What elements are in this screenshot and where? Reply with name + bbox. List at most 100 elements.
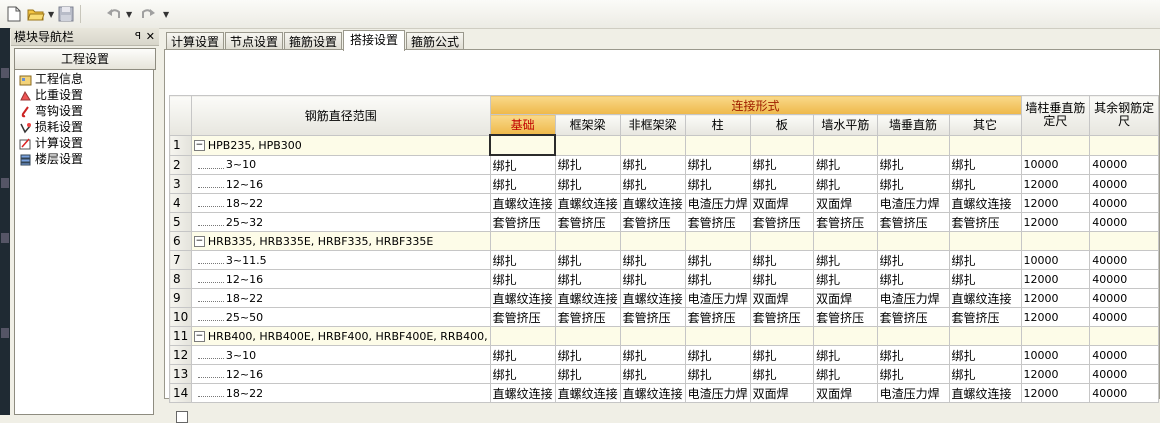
nav-item-hook[interactable]: 弯钩设置	[19, 104, 83, 119]
connection-cell[interactable]: 绑扎	[684, 154, 751, 175]
connection-cell[interactable]	[948, 231, 1022, 251]
open-folder-icon[interactable]	[26, 4, 46, 24]
connection-cell[interactable]: 绑扎	[749, 154, 815, 175]
connection-cell[interactable]: 绑扎	[948, 154, 1022, 175]
connection-cell[interactable]: 直螺纹连接	[948, 383, 1022, 403]
length-cell[interactable]: 40000	[1089, 288, 1159, 308]
connection-cell[interactable]: 直螺纹连接	[948, 193, 1022, 213]
length-cell[interactable]: 12000	[1020, 269, 1091, 289]
connection-cell[interactable]: 直螺纹连接	[619, 383, 686, 403]
range-label-cell[interactable]: 12~16	[190, 174, 491, 194]
connection-cell[interactable]: 电渣压力焊	[876, 193, 950, 213]
length-cell[interactable]: 10000	[1020, 250, 1091, 270]
group-label-cell[interactable]: − HRB335, HRB335E, HRBF335, HRBF335E	[190, 231, 491, 251]
connection-cell[interactable]: 绑扎	[554, 174, 621, 194]
length-cell[interactable]: 12000	[1020, 212, 1091, 232]
connection-cell[interactable]: 绑扎	[554, 364, 621, 384]
table-row[interactable]: 12 3~10 绑扎 绑扎 绑扎 绑扎 绑扎 绑扎 绑扎 绑扎 10000 40000	[169, 345, 1159, 365]
connection-cell[interactable]: 绑扎	[813, 345, 878, 365]
connection-cell[interactable]: 套管挤压	[813, 212, 878, 232]
connection-cell[interactable]: 绑扎	[684, 364, 751, 384]
connection-cell[interactable]: 绑扎	[619, 269, 686, 289]
row-number[interactable]: 5	[169, 212, 192, 232]
table-row[interactable]: 5 25~32 套管挤压 套管挤压 套管挤压 套管挤压 套管挤压 套管挤压 套管挤压 套管挤压 12…	[169, 212, 1159, 232]
range-label-cell[interactable]: 12~16	[190, 364, 491, 384]
connection-cell[interactable]: 绑扎	[876, 250, 950, 270]
connection-cell[interactable]: 双面焊	[749, 383, 815, 403]
length-cell[interactable]: 12000	[1020, 383, 1091, 403]
connection-cell[interactable]: 直螺纹连接	[948, 288, 1022, 308]
close-icon[interactable]: ✕	[146, 28, 155, 46]
connection-cell[interactable]: 绑扎	[489, 345, 556, 365]
connection-cell[interactable]	[876, 231, 950, 251]
table-row[interactable]: 9 18~22 直螺纹连接 直螺纹连接 直螺纹连接 电渣压力焊 双面焊 双面焊 电渣压力焊 直螺纹…	[169, 288, 1159, 308]
connection-cell[interactable]	[749, 231, 815, 251]
connection-cell[interactable]	[813, 326, 878, 346]
connection-cell[interactable]: 绑扎	[749, 345, 815, 365]
connection-cell[interactable]: 套管挤压	[554, 307, 621, 327]
connection-cell[interactable]: 套管挤压	[489, 212, 556, 232]
connection-cell[interactable]: 绑扎	[876, 269, 950, 289]
range-label-cell[interactable]: 3~11.5	[190, 250, 491, 270]
connection-cell[interactable]: 直螺纹连接	[489, 288, 556, 308]
connection-cell[interactable]: 电渣压力焊	[684, 288, 751, 308]
connection-cell[interactable]: 绑扎	[813, 250, 878, 270]
connection-cell[interactable]: 绑扎	[554, 154, 621, 175]
connection-cell[interactable]: 绑扎	[813, 269, 878, 289]
connection-cell[interactable]: 电渣压力焊	[876, 383, 950, 403]
length-cell[interactable]: 40000	[1089, 307, 1159, 327]
connection-cell[interactable]	[684, 231, 751, 251]
length-cell[interactable]: 40000	[1089, 345, 1159, 365]
row-number[interactable]: 7	[169, 250, 192, 270]
length-cell[interactable]	[1089, 134, 1159, 156]
connection-cell[interactable]	[554, 326, 621, 346]
nav-item-floor[interactable]: 楼层设置	[19, 152, 83, 167]
connection-cell[interactable]: 绑扎	[489, 154, 556, 175]
length-cell[interactable]: 12000	[1020, 288, 1091, 308]
connection-cell[interactable]: 绑扎	[948, 250, 1022, 270]
bottom-option[interactable]	[176, 411, 192, 423]
length-cell[interactable]: 40000	[1089, 269, 1159, 289]
length-cell[interactable]	[1020, 231, 1091, 251]
nav-item-weight[interactable]: 比重设置	[19, 88, 83, 103]
connection-cell[interactable]: 绑扎	[813, 364, 878, 384]
connection-cell[interactable]	[684, 326, 751, 346]
connection-cell[interactable]: 绑扎	[876, 154, 950, 175]
table-row[interactable]: 10 25~50 套管挤压 套管挤压 套管挤压 套管挤压 套管挤压 套管挤压 套管挤压 套管挤压 1…	[169, 307, 1159, 327]
connection-cell[interactable]: 绑扎	[489, 250, 556, 270]
connection-cell[interactable]	[813, 231, 878, 251]
connection-cell[interactable]: 直螺纹连接	[554, 383, 621, 403]
length-cell[interactable]: 10000	[1020, 345, 1091, 365]
connection-cell[interactable]: 套管挤压	[876, 212, 950, 232]
connection-cell[interactable]	[554, 231, 621, 251]
undo-dropdown-icon[interactable]: ▼	[126, 10, 132, 19]
connection-cell[interactable]: 绑扎	[554, 269, 621, 289]
connection-cell[interactable]	[554, 134, 621, 156]
collapse-icon[interactable]: −	[193, 236, 205, 247]
connection-cell[interactable]: 绑扎	[948, 269, 1022, 289]
save-icon[interactable]	[56, 4, 76, 24]
connection-cell[interactable]: 套管挤压	[813, 307, 878, 327]
length-cell[interactable]: 40000	[1089, 364, 1159, 384]
connection-cell[interactable]: 套管挤压	[619, 212, 686, 232]
range-label-cell[interactable]: 3~10	[190, 154, 491, 175]
connection-cell[interactable]: 套管挤压	[619, 307, 686, 327]
length-cell[interactable]: 40000	[1089, 154, 1159, 175]
range-label-cell[interactable]: 3~10	[190, 345, 491, 365]
collapse-icon[interactable]: −	[193, 140, 205, 151]
connection-cell[interactable]: 电渣压力焊	[684, 383, 751, 403]
connection-cell[interactable]	[489, 134, 557, 156]
connection-cell[interactable]	[876, 134, 950, 156]
connection-cell[interactable]: 双面焊	[749, 193, 815, 213]
connection-cell[interactable]: 绑扎	[948, 174, 1022, 194]
length-cell[interactable]: 40000	[1089, 193, 1159, 213]
connection-cell[interactable]: 直螺纹连接	[489, 193, 556, 213]
connection-cell[interactable]	[948, 134, 1022, 156]
connection-cell[interactable]: 双面焊	[749, 288, 815, 308]
tab-stirrup-settings[interactable]: 箍筋设置	[284, 32, 342, 50]
connection-cell[interactable]	[876, 326, 950, 346]
connection-cell[interactable]: 绑扎	[876, 364, 950, 384]
nav-item-loss[interactable]: 损耗设置	[19, 120, 83, 135]
connection-cell[interactable]	[813, 134, 878, 156]
connection-cell[interactable]: 套管挤压	[489, 307, 556, 327]
